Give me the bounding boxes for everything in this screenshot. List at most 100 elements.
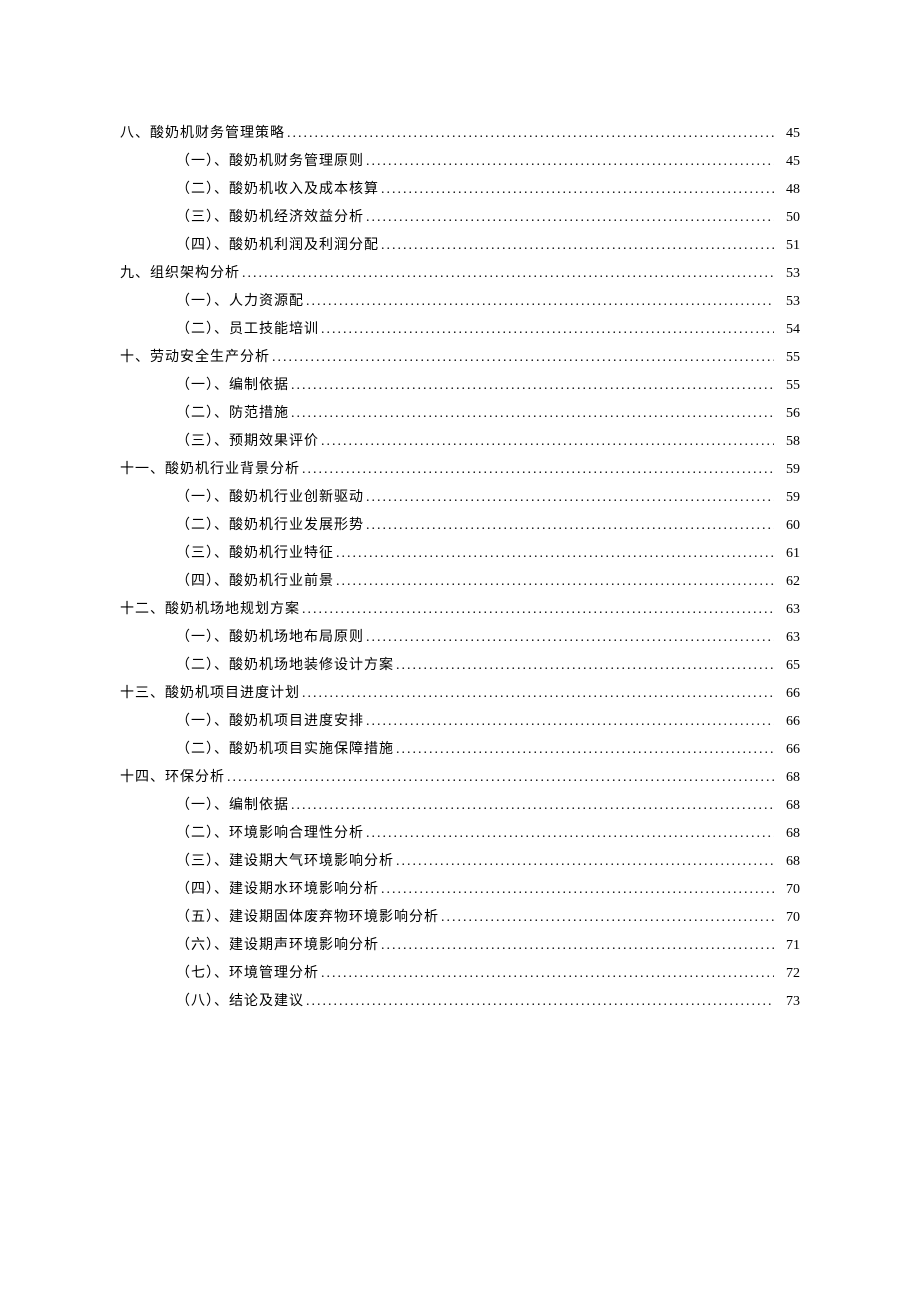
toc-entry-title: （六）、建设期声环境影响分析 [176, 932, 379, 960]
toc-leader-dots [306, 988, 774, 1016]
toc-entry-title: （一）、酸奶机场地布局原则 [176, 624, 364, 652]
toc-entry-title: （八）、结论及建议 [176, 988, 304, 1016]
toc-entry-title: 十一、酸奶机行业背景分析 [120, 456, 300, 484]
toc-leader-dots [381, 932, 774, 960]
toc-entry-title: （一）、编制依据 [176, 792, 289, 820]
toc-entry-page: 54 [776, 316, 800, 344]
toc-entry: （四）、建设期水环境影响分析70 [120, 876, 800, 904]
toc-entry-page: 71 [776, 932, 800, 960]
toc-entry-page: 53 [776, 288, 800, 316]
toc-entry-title: （二）、酸奶机收入及成本核算 [176, 176, 379, 204]
toc-entry: （一）、人力资源配 53 [120, 288, 800, 316]
toc-entry-page: 45 [776, 120, 800, 148]
toc-entry: （一）、酸奶机财务管理原则45 [120, 148, 800, 176]
toc-entry-title: （二）、环境影响合理性分析 [176, 820, 364, 848]
toc-entry-title: （一）、酸奶机行业创新驱动 [176, 484, 364, 512]
toc-leader-dots [396, 652, 774, 680]
document-page: 八、酸奶机财务管理策略 45（一）、酸奶机财务管理原则45（二）、酸奶机收入及成本… [0, 0, 920, 1301]
toc-leader-dots [291, 792, 774, 820]
toc-entry-page: 56 [776, 400, 800, 428]
toc-entry: （一）、酸奶机行业创新驱动 59 [120, 484, 800, 512]
toc-entry: （二）、酸奶机行业发展形势 60 [120, 512, 800, 540]
toc-entry-title: （一）、编制依据 [176, 372, 289, 400]
toc-entry-page: 51 [776, 232, 800, 260]
toc-entry: （二）、环境影响合理性分析 68 [120, 820, 800, 848]
toc-entry-title: 十二、酸奶机场地规划方案 [120, 596, 300, 624]
toc-entry: （一）、酸奶机项目进度安排66 [120, 708, 800, 736]
toc-leader-dots [366, 204, 774, 232]
toc-entry: （二）、酸奶机项目实施保障措施66 [120, 736, 800, 764]
toc-leader-dots [302, 456, 774, 484]
toc-entry-page: 58 [776, 428, 800, 456]
toc-entry-title: 八、酸奶机财务管理策略 [120, 120, 285, 148]
toc-leader-dots [396, 848, 774, 876]
toc-leader-dots [321, 316, 774, 344]
toc-leader-dots [287, 120, 774, 148]
toc-entry: 十二、酸奶机场地规划方案 63 [120, 596, 800, 624]
toc-entry: 十三、酸奶机项目进度计划66 [120, 680, 800, 708]
toc-leader-dots [321, 428, 774, 456]
toc-entry: 十一、酸奶机行业背景分析59 [120, 456, 800, 484]
toc-entry-page: 55 [776, 372, 800, 400]
toc-entry-page: 59 [776, 484, 800, 512]
toc-entry: （四）、酸奶机利润及利润分配51 [120, 232, 800, 260]
toc-entry-page: 70 [776, 904, 800, 932]
toc-entry-page: 68 [776, 764, 800, 792]
toc-leader-dots [366, 624, 774, 652]
toc-leader-dots [302, 596, 774, 624]
toc-entry-page: 45 [776, 148, 800, 176]
toc-leader-dots [366, 484, 774, 512]
toc-entry-page: 68 [776, 848, 800, 876]
toc-entry: （六）、建设期声环境影响分析 71 [120, 932, 800, 960]
toc-entry-page: 70 [776, 876, 800, 904]
toc-entry: （二）、员工技能培训54 [120, 316, 800, 344]
toc-entry-page: 66 [776, 680, 800, 708]
toc-entry-page: 63 [776, 596, 800, 624]
toc-entry-title: （三）、预期效果评价 [176, 428, 319, 456]
toc-entry-page: 63 [776, 624, 800, 652]
toc-entry-page: 61 [776, 540, 800, 568]
toc-entry-title: （二）、酸奶机场地装修设计方案 [176, 652, 394, 680]
toc-entry: （三）、建设期大气环境影响分析 68 [120, 848, 800, 876]
toc-entry-page: 66 [776, 708, 800, 736]
toc-leader-dots [336, 568, 774, 596]
toc-leader-dots [272, 344, 774, 372]
toc-entry-page: 73 [776, 988, 800, 1016]
toc-entry: （二）、防范措施 56 [120, 400, 800, 428]
toc-leader-dots [291, 400, 774, 428]
toc-entry-page: 48 [776, 176, 800, 204]
toc-entry-title: （三）、建设期大气环境影响分析 [176, 848, 394, 876]
toc-entry: 八、酸奶机财务管理策略 45 [120, 120, 800, 148]
toc-leader-dots [291, 372, 774, 400]
toc-entry: （三）、酸奶机经济效益分析50 [120, 204, 800, 232]
toc-entry-title: 十四、环保分析 [120, 764, 225, 792]
toc-leader-dots [242, 260, 774, 288]
toc-entry-title: （二）、防范措施 [176, 400, 289, 428]
toc-entry-title: （七）、环境管理分析 [176, 960, 319, 988]
toc-entry: （四）、酸奶机行业前景62 [120, 568, 800, 596]
toc-entry-page: 68 [776, 792, 800, 820]
toc-entry: （七）、环境管理分析72 [120, 960, 800, 988]
toc-leader-dots [306, 288, 774, 316]
toc-entry-page: 68 [776, 820, 800, 848]
toc-leader-dots [366, 512, 774, 540]
toc-leader-dots [441, 904, 774, 932]
toc-entry: （二）、酸奶机场地装修设计方案65 [120, 652, 800, 680]
toc-entry: （三）、预期效果评价 58 [120, 428, 800, 456]
toc-leader-dots [302, 680, 774, 708]
toc-entry: （八）、结论及建议 73 [120, 988, 800, 1016]
toc-leader-dots [366, 148, 774, 176]
toc-entry-page: 60 [776, 512, 800, 540]
toc-entry-title: （五）、建设期固体废弃物环境影响分析 [176, 904, 439, 932]
toc-entry-title: 九、组织架构分析 [120, 260, 240, 288]
toc-entry-title: （二）、酸奶机行业发展形势 [176, 512, 364, 540]
toc-entry-title: 十、劳动安全生产分析 [120, 344, 270, 372]
toc-entry: （一）、编制依据 68 [120, 792, 800, 820]
toc-entry-page: 53 [776, 260, 800, 288]
toc-leader-dots [336, 540, 774, 568]
toc-entry: 九、组织架构分析 53 [120, 260, 800, 288]
toc-leader-dots [366, 708, 774, 736]
toc-entry-title: （三）、酸奶机经济效益分析 [176, 204, 364, 232]
toc-entry: （一）、酸奶机场地布局原则 63 [120, 624, 800, 652]
toc-entry-title: （一）、人力资源配 [176, 288, 304, 316]
